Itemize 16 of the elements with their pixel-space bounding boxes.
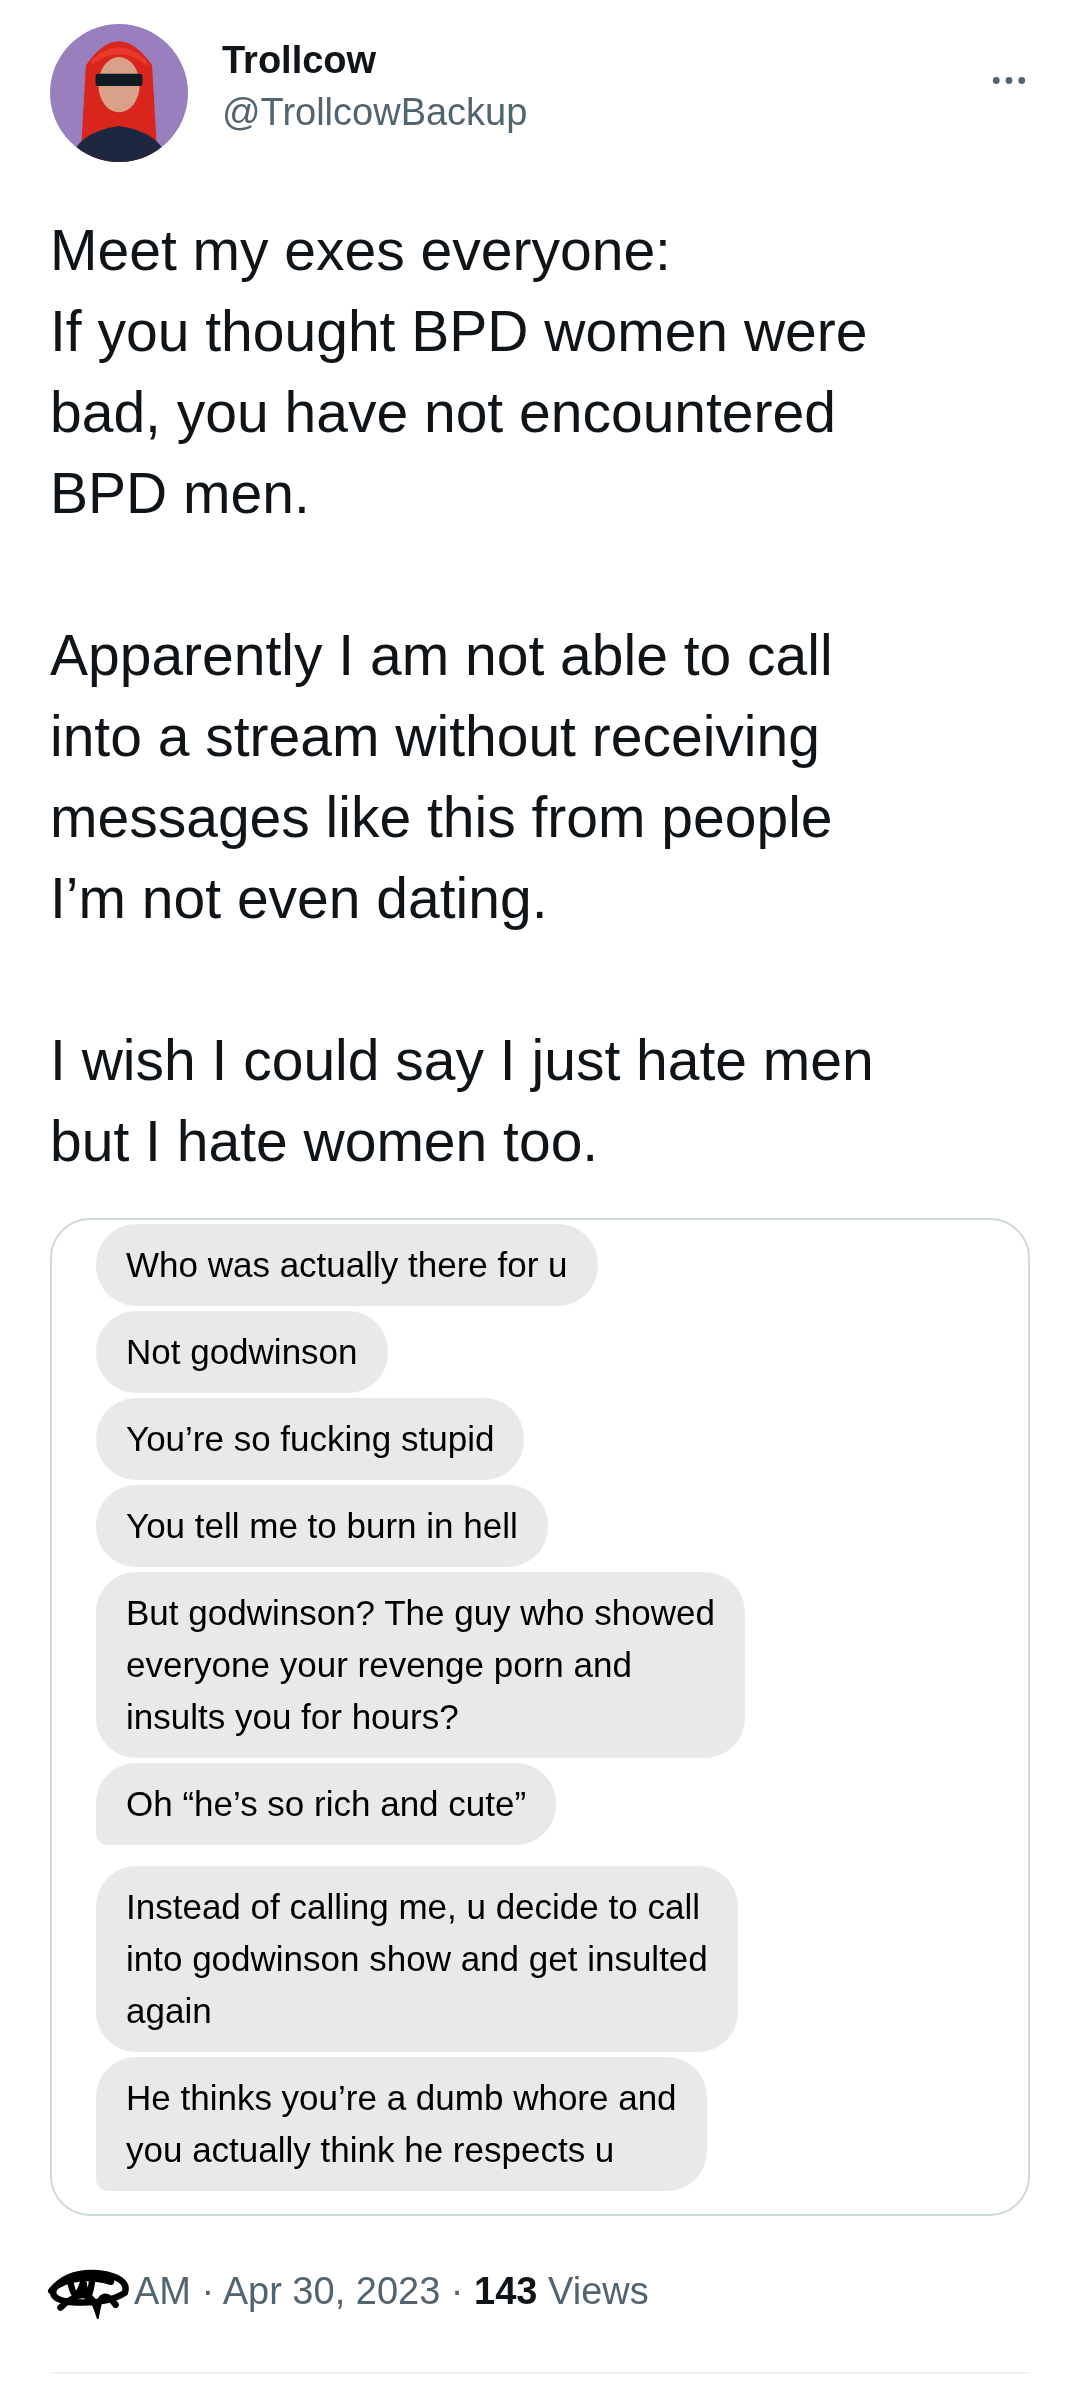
tweet-text: I wish I could say I just hate men but I hate women too.	[50, 1027, 875, 1175]
message-bubble: But godwinson? The guy who showed everyone your revenge porn and insults you for hours?	[96, 1572, 745, 1758]
message-bubble: He thinks you’re a dumb whore and you actually think he respects u	[96, 2057, 707, 2191]
screenshot-frame[interactable]	[50, 1218, 1030, 2216]
message-bubble: You’re so fucking stupid	[96, 1398, 525, 1480]
message-bubble: Instead of calling me, u decide to call into godwinson show and get insulted again	[96, 1866, 738, 2052]
message-bubble: Oh “he’s so rich and cute”	[96, 1763, 557, 1845]
message-bubble: Who was actually there for u	[96, 1224, 598, 1306]
author-handle[interactable]: @TrollcowBackup	[222, 86, 528, 138]
tweet-text: Meet my exes everyone: If you thought BPD women were bad, you have not encountered BPD men.	[50, 217, 869, 527]
author-name[interactable]: Trollcow	[222, 34, 528, 86]
more-icon[interactable]	[992, 76, 1026, 85]
message-bubble: You tell me to burn in hell	[96, 1485, 548, 1567]
tweet-meta: AM · Apr 30, 2023 · 143 Views	[134, 2269, 649, 2313]
tweet-text: Apparently I am not able to call into a stream without receiving messages like this from people I’m not even dating.	[50, 622, 834, 932]
message-bubble: Not godwinson	[96, 1311, 388, 1393]
